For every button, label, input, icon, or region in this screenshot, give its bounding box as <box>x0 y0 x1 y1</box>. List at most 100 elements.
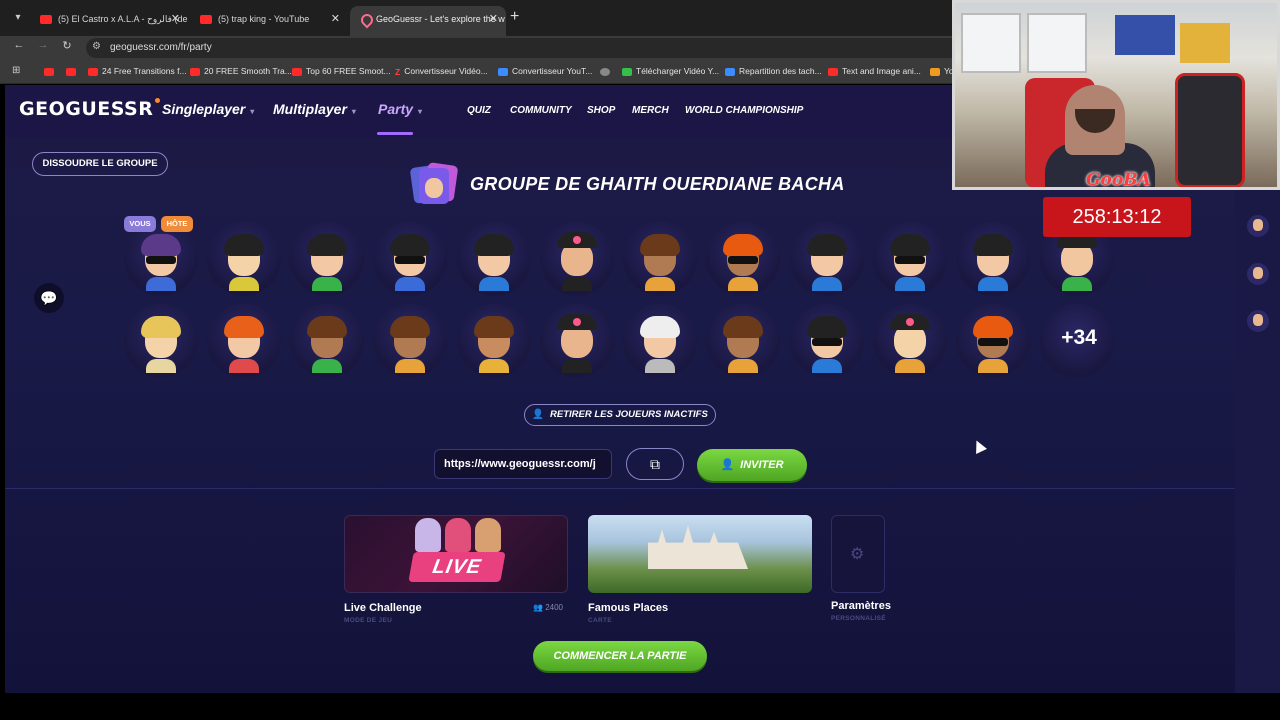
tab-geoguessr[interactable]: GeoGuessr - Let's explore the w ✕ <box>350 6 506 36</box>
player-avatar[interactable] <box>540 222 614 296</box>
nav-world-championship[interactable]: WORLD CHAMPIONSHIP <box>685 105 803 116</box>
bookmark-item[interactable]: Z Convertisseur Vidéo... <box>395 66 488 77</box>
copy-link-button[interactable]: ⧉ <box>626 448 684 480</box>
close-tab-icon[interactable]: ✕ <box>171 6 180 32</box>
player-avatar[interactable] <box>956 222 1030 296</box>
tab-youtube-1[interactable]: (5) El Castro x A.L.A - فالروح (de ✕ <box>30 6 188 36</box>
player-avatar[interactable] <box>790 304 864 378</box>
player-avatar[interactable] <box>373 304 447 378</box>
logo-dot-icon <box>155 98 161 103</box>
logo-text: GEOGUESSR <box>19 98 154 120</box>
nav-party[interactable]: Party ▾ <box>378 101 422 117</box>
avatar-shirt <box>1062 277 1092 291</box>
avatar-shirt <box>395 359 425 373</box>
host-badge: HÔTE <box>161 216 193 232</box>
avatar-hair <box>307 316 347 338</box>
bookmark-label: Télécharger Vidéo Y... <box>636 66 720 76</box>
avatar-hair <box>474 234 514 256</box>
player-avatar[interactable] <box>207 222 281 296</box>
chat-button[interactable]: 💬 <box>34 283 64 313</box>
window-shape <box>961 13 1021 73</box>
nav-community[interactable]: COMMUNITY <box>510 105 572 116</box>
bookmark-item[interactable]: Télécharger Vidéo Y... <box>622 66 719 76</box>
start-game-button[interactable]: COMMENCER LA PARTIE <box>533 641 707 671</box>
bookmark-item[interactable]: Yo <box>930 66 954 76</box>
avatar-shirt <box>812 359 842 373</box>
avatar-glasses <box>146 256 176 264</box>
dissolve-party-button[interactable]: DISSOUDRE LE GROUPE <box>32 152 168 176</box>
gear-icon: ⚙ <box>850 546 865 563</box>
tab-youtube-2[interactable]: (5) trap king - YouTube ✕ <box>190 6 348 36</box>
bookmark-item[interactable]: Repartition des tach... <box>725 66 822 76</box>
avatar-shirt <box>146 277 176 291</box>
bookmark-item[interactable]: 20 FREE Smooth Tra... <box>190 66 292 76</box>
friend-avatar[interactable] <box>1247 215 1269 237</box>
window-shape <box>1027 13 1087 73</box>
bookmark-label: 20 FREE Smooth Tra... <box>204 66 292 76</box>
avatar-hair <box>141 234 181 256</box>
bookmark-label: Repartition des tach... <box>739 66 822 76</box>
heart-icon <box>573 318 581 326</box>
invite-link-field[interactable]: https://www.geoguessr.com/j <box>434 449 612 479</box>
avatar-glasses <box>395 256 425 264</box>
nav-merch[interactable]: MERCH <box>632 105 669 116</box>
player-avatar[interactable] <box>124 304 198 378</box>
tab-search-icon[interactable]: ▾ <box>8 9 28 27</box>
bookmark-youtube[interactable] <box>66 66 80 76</box>
player-avatar[interactable] <box>124 222 198 296</box>
more-players-count[interactable]: +34 <box>1042 326 1116 350</box>
bookmark-item[interactable]: 24 Free Transitions f... <box>88 66 187 76</box>
apps-icon[interactable]: ⊞ <box>12 65 20 76</box>
bookmark-item[interactable] <box>600 66 614 76</box>
player-avatar[interactable] <box>540 304 614 378</box>
settings-card[interactable]: ⚙ <box>831 515 885 593</box>
bookmark-youtube[interactable] <box>44 66 58 76</box>
new-tab-button[interactable]: + <box>510 8 519 26</box>
tune-icon[interactable]: ⚙ <box>92 41 101 52</box>
friend-avatar[interactable] <box>1247 310 1269 332</box>
player-avatar[interactable] <box>457 222 531 296</box>
party-title: GROUPE DE GHAITH OUERDIANE BACHA <box>470 174 845 194</box>
reload-icon[interactable]: ↻ <box>58 39 76 52</box>
youtube-icon <box>828 67 838 76</box>
player-avatar[interactable] <box>457 304 531 378</box>
player-avatar[interactable] <box>706 222 780 296</box>
avatar-glasses <box>895 256 925 264</box>
player-avatar[interactable] <box>290 304 364 378</box>
player-avatar[interactable] <box>873 304 947 378</box>
player-avatar[interactable] <box>623 222 697 296</box>
player-avatar[interactable] <box>290 222 364 296</box>
close-tab-icon[interactable]: ✕ <box>489 6 498 32</box>
close-tab-icon[interactable]: ✕ <box>331 6 340 32</box>
bookmark-item[interactable]: Top 60 FREE Smoot... <box>292 66 391 76</box>
nav-multiplayer[interactable]: Multiplayer ▾ <box>273 101 356 117</box>
player-avatar[interactable] <box>373 222 447 296</box>
friend-avatar[interactable] <box>1247 263 1269 285</box>
active-nav-indicator <box>377 132 413 135</box>
people-icon: 👥 <box>533 603 546 612</box>
back-icon[interactable]: ← <box>10 39 28 51</box>
player-avatar[interactable] <box>790 222 864 296</box>
player-avatar[interactable] <box>956 304 1030 378</box>
avatar-hair <box>723 234 763 256</box>
party-group-icon <box>409 162 459 206</box>
nav-quiz[interactable]: QUIZ <box>467 105 491 116</box>
nav-shop[interactable]: SHOP <box>587 105 615 116</box>
remove-inactive-button[interactable]: 👤 RETIRER LES JOUEURS INACTIFS <box>524 404 716 426</box>
player-avatar[interactable] <box>706 304 780 378</box>
youtube-icon <box>66 67 76 76</box>
avatar-hair <box>141 316 181 338</box>
bookmark-item[interactable]: Convertisseur YouT... <box>498 66 592 76</box>
live-challenge-card[interactable]: LIVE <box>344 515 568 593</box>
nav-singleplayer[interactable]: Singleplayer ▾ <box>162 101 254 117</box>
avatar-shirt <box>229 359 259 373</box>
player-avatar[interactable] <box>873 222 947 296</box>
player-avatar[interactable] <box>623 304 697 378</box>
avatar-shirt <box>978 277 1008 291</box>
famous-places-card[interactable] <box>588 515 812 593</box>
geoguessr-logo[interactable]: GEOGUESSR <box>19 98 161 120</box>
forward-icon[interactable]: → <box>34 39 52 51</box>
bookmark-item[interactable]: Text and Image ani... <box>828 66 921 76</box>
invite-button[interactable]: 👤 INVITER <box>697 449 807 481</box>
player-avatar[interactable] <box>207 304 281 378</box>
